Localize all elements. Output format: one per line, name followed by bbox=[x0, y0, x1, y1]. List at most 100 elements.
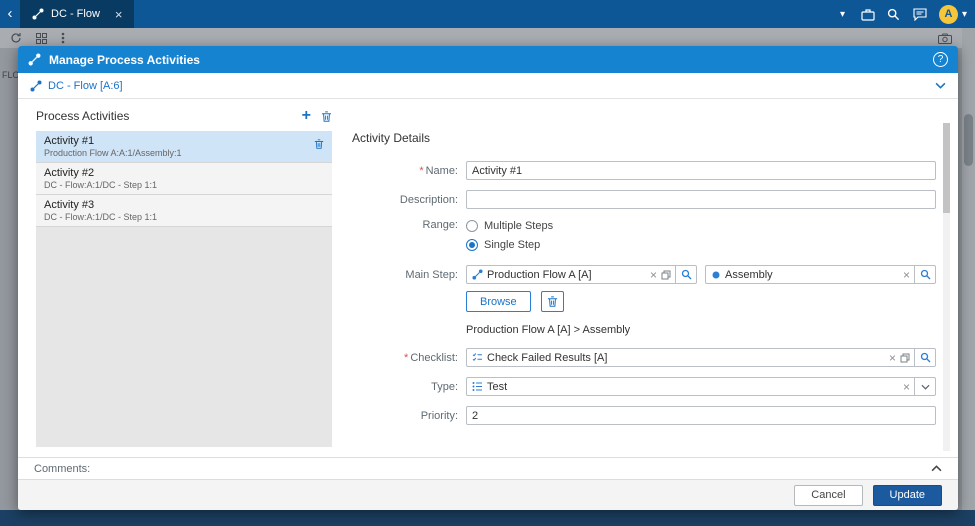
caret-down-icon[interactable]: ▾ bbox=[830, 9, 855, 20]
list-item-activity-3[interactable]: Activity #3 DC - Flow:A:1/DC - Step 1:1 bbox=[36, 195, 332, 227]
titlebar: ‹ DC - Flow × ▾ A ▾ bbox=[0, 0, 975, 28]
dropdown-chevron-icon[interactable] bbox=[914, 378, 935, 395]
activity-name: Activity #2 bbox=[44, 167, 95, 179]
dialog-title: Manage Process Activities bbox=[49, 52, 200, 67]
clear-icon[interactable]: × bbox=[885, 351, 900, 365]
radio-label: Multiple Steps bbox=[484, 220, 554, 232]
add-activity-icon[interactable]: + bbox=[292, 108, 321, 124]
dialog-body: Process Activities + Activity #1 Product… bbox=[18, 99, 958, 457]
revisions-icon[interactable] bbox=[661, 270, 675, 280]
dialog-header: Manage Process Activities ? bbox=[18, 46, 958, 73]
comments-section[interactable]: Comments: bbox=[18, 457, 958, 479]
details-scrollbar[interactable] bbox=[943, 123, 950, 451]
process-activities-header: Process Activities + bbox=[36, 108, 332, 124]
delete-activity-icon[interactable] bbox=[321, 110, 332, 123]
update-button[interactable]: Update bbox=[872, 484, 942, 506]
radio-icon-selected[interactable] bbox=[466, 239, 478, 251]
checklist-value: Check Failed Results [A] bbox=[487, 351, 608, 364]
checklist-combobox[interactable]: Check Failed Results [A] × bbox=[466, 348, 936, 367]
row-trash-icon[interactable] bbox=[314, 138, 324, 150]
priority-row: Priority: bbox=[348, 406, 936, 425]
description-row: Description: bbox=[348, 190, 936, 209]
path-row: Production Flow A [A] > Assembly bbox=[348, 324, 936, 336]
main-step-row: Main Step: Production Flow A [A] × Assem… bbox=[348, 265, 936, 284]
activity-name: Activity #3 bbox=[44, 199, 95, 211]
type-label: Type: bbox=[431, 380, 458, 393]
chat-icon[interactable] bbox=[907, 0, 933, 28]
radio-label: Single Step bbox=[484, 239, 541, 251]
manage-process-activities-dialog: Manage Process Activities ? DC - Flow [A… bbox=[18, 46, 958, 510]
list-item-activity-1[interactable]: Activity #1 Production Flow A:A:1/Assemb… bbox=[36, 131, 332, 163]
radio-multiple-steps[interactable]: Multiple Steps bbox=[466, 220, 553, 232]
tab-close-icon[interactable]: × bbox=[115, 7, 123, 22]
range-radio-group: Multiple Steps Single Step bbox=[466, 219, 553, 251]
tab-label: DC - Flow bbox=[51, 8, 100, 20]
briefcase-icon[interactable] bbox=[855, 0, 881, 28]
activity-subtitle: DC - Flow:A:1/DC - Step 1:1 bbox=[44, 212, 158, 222]
list-item-activity-2[interactable]: Activity #2 DC - Flow:A:1/DC - Step 1:1 bbox=[36, 163, 332, 195]
flow-icon bbox=[28, 53, 41, 66]
main-step-step-combobox[interactable]: Assembly × bbox=[705, 265, 936, 284]
name-row: * Name: bbox=[348, 161, 936, 180]
name-label: Name: bbox=[425, 164, 458, 177]
search-icon[interactable] bbox=[914, 266, 935, 283]
description-label: Description: bbox=[399, 193, 458, 206]
range-row: Range: Multiple Steps Single Step bbox=[348, 219, 936, 251]
radio-single-step[interactable]: Single Step bbox=[466, 239, 553, 251]
chevron-up-icon[interactable] bbox=[931, 465, 942, 472]
search-icon[interactable] bbox=[914, 349, 935, 366]
description-input[interactable] bbox=[466, 190, 936, 209]
clear-icon[interactable]: × bbox=[899, 380, 914, 394]
radio-icon[interactable] bbox=[466, 220, 478, 232]
main-step-step-value: Assembly bbox=[725, 268, 773, 281]
list-icon bbox=[472, 381, 483, 392]
priority-label: Priority: bbox=[420, 409, 458, 422]
activity-subtitle: DC - Flow:A:1/DC - Step 1:1 bbox=[44, 180, 158, 190]
avatar-caret-icon[interactable]: ▾ bbox=[958, 9, 975, 20]
browse-row: Browse bbox=[348, 291, 936, 312]
priority-input[interactable] bbox=[466, 406, 936, 425]
comments-label: Comments: bbox=[34, 462, 91, 475]
activity-name: Activity #1 bbox=[44, 135, 95, 147]
required-mark: * bbox=[419, 164, 424, 177]
name-input[interactable] bbox=[466, 161, 936, 180]
browse-button[interactable]: Browse bbox=[466, 291, 531, 312]
activity-subtitle: Production Flow A:A:1/Assembly:1 bbox=[44, 148, 182, 158]
details-scrollbar-thumb[interactable] bbox=[943, 123, 950, 213]
clear-main-step-trash-button[interactable] bbox=[540, 291, 564, 312]
context-row: DC - Flow [A:6] bbox=[18, 73, 958, 99]
process-activities-panel: Process Activities + Activity #1 Product… bbox=[36, 108, 332, 447]
revisions-icon[interactable] bbox=[900, 353, 914, 363]
main-step-flow-combobox[interactable]: Production Flow A [A] × bbox=[466, 265, 697, 284]
context-flow-link[interactable]: DC - Flow [A:6] bbox=[48, 80, 123, 92]
flow-icon bbox=[472, 269, 483, 280]
cancel-button[interactable]: Cancel bbox=[794, 484, 863, 506]
clear-icon[interactable]: × bbox=[646, 268, 661, 282]
type-combobox[interactable]: Test × bbox=[466, 377, 936, 396]
checklist-row: * Checklist: Check Failed Results [A] × bbox=[348, 348, 936, 367]
avatar[interactable]: A bbox=[938, 4, 958, 24]
main-step-label: Main Step: bbox=[405, 268, 458, 281]
collapse-chevron-icon[interactable] bbox=[935, 82, 946, 89]
activity-details-panel: Activity Details *Name: Description: bbox=[348, 99, 950, 457]
main-step-path-text: Production Flow A [A] > Assembly bbox=[466, 324, 631, 336]
activity-details-title: Activity Details bbox=[352, 131, 431, 145]
dialog-footer: Cancel Update bbox=[18, 479, 958, 510]
search-icon[interactable] bbox=[881, 0, 907, 28]
step-dot-icon bbox=[711, 270, 721, 280]
type-row: Type: Test × bbox=[348, 377, 936, 396]
activity-list: Activity #1 Production Flow A:A:1/Assemb… bbox=[36, 131, 332, 447]
checklist-label: Checklist: bbox=[410, 351, 458, 364]
tab-dc-flow[interactable]: DC - Flow × bbox=[20, 0, 135, 28]
clear-icon[interactable]: × bbox=[899, 268, 914, 282]
range-label: Range: bbox=[422, 219, 458, 231]
app-window: ‹ DC - Flow × ▾ A ▾ FLO Manage Process A… bbox=[0, 0, 975, 526]
checklist-icon bbox=[472, 352, 483, 363]
back-chevron-icon[interactable]: ‹ bbox=[0, 0, 20, 28]
main-step-flow-value: Production Flow A [A] bbox=[487, 268, 592, 281]
help-icon[interactable]: ? bbox=[933, 52, 948, 67]
flow-icon bbox=[30, 80, 42, 92]
flow-icon bbox=[32, 8, 44, 20]
required-mark: * bbox=[404, 351, 409, 364]
search-icon[interactable] bbox=[675, 266, 696, 283]
